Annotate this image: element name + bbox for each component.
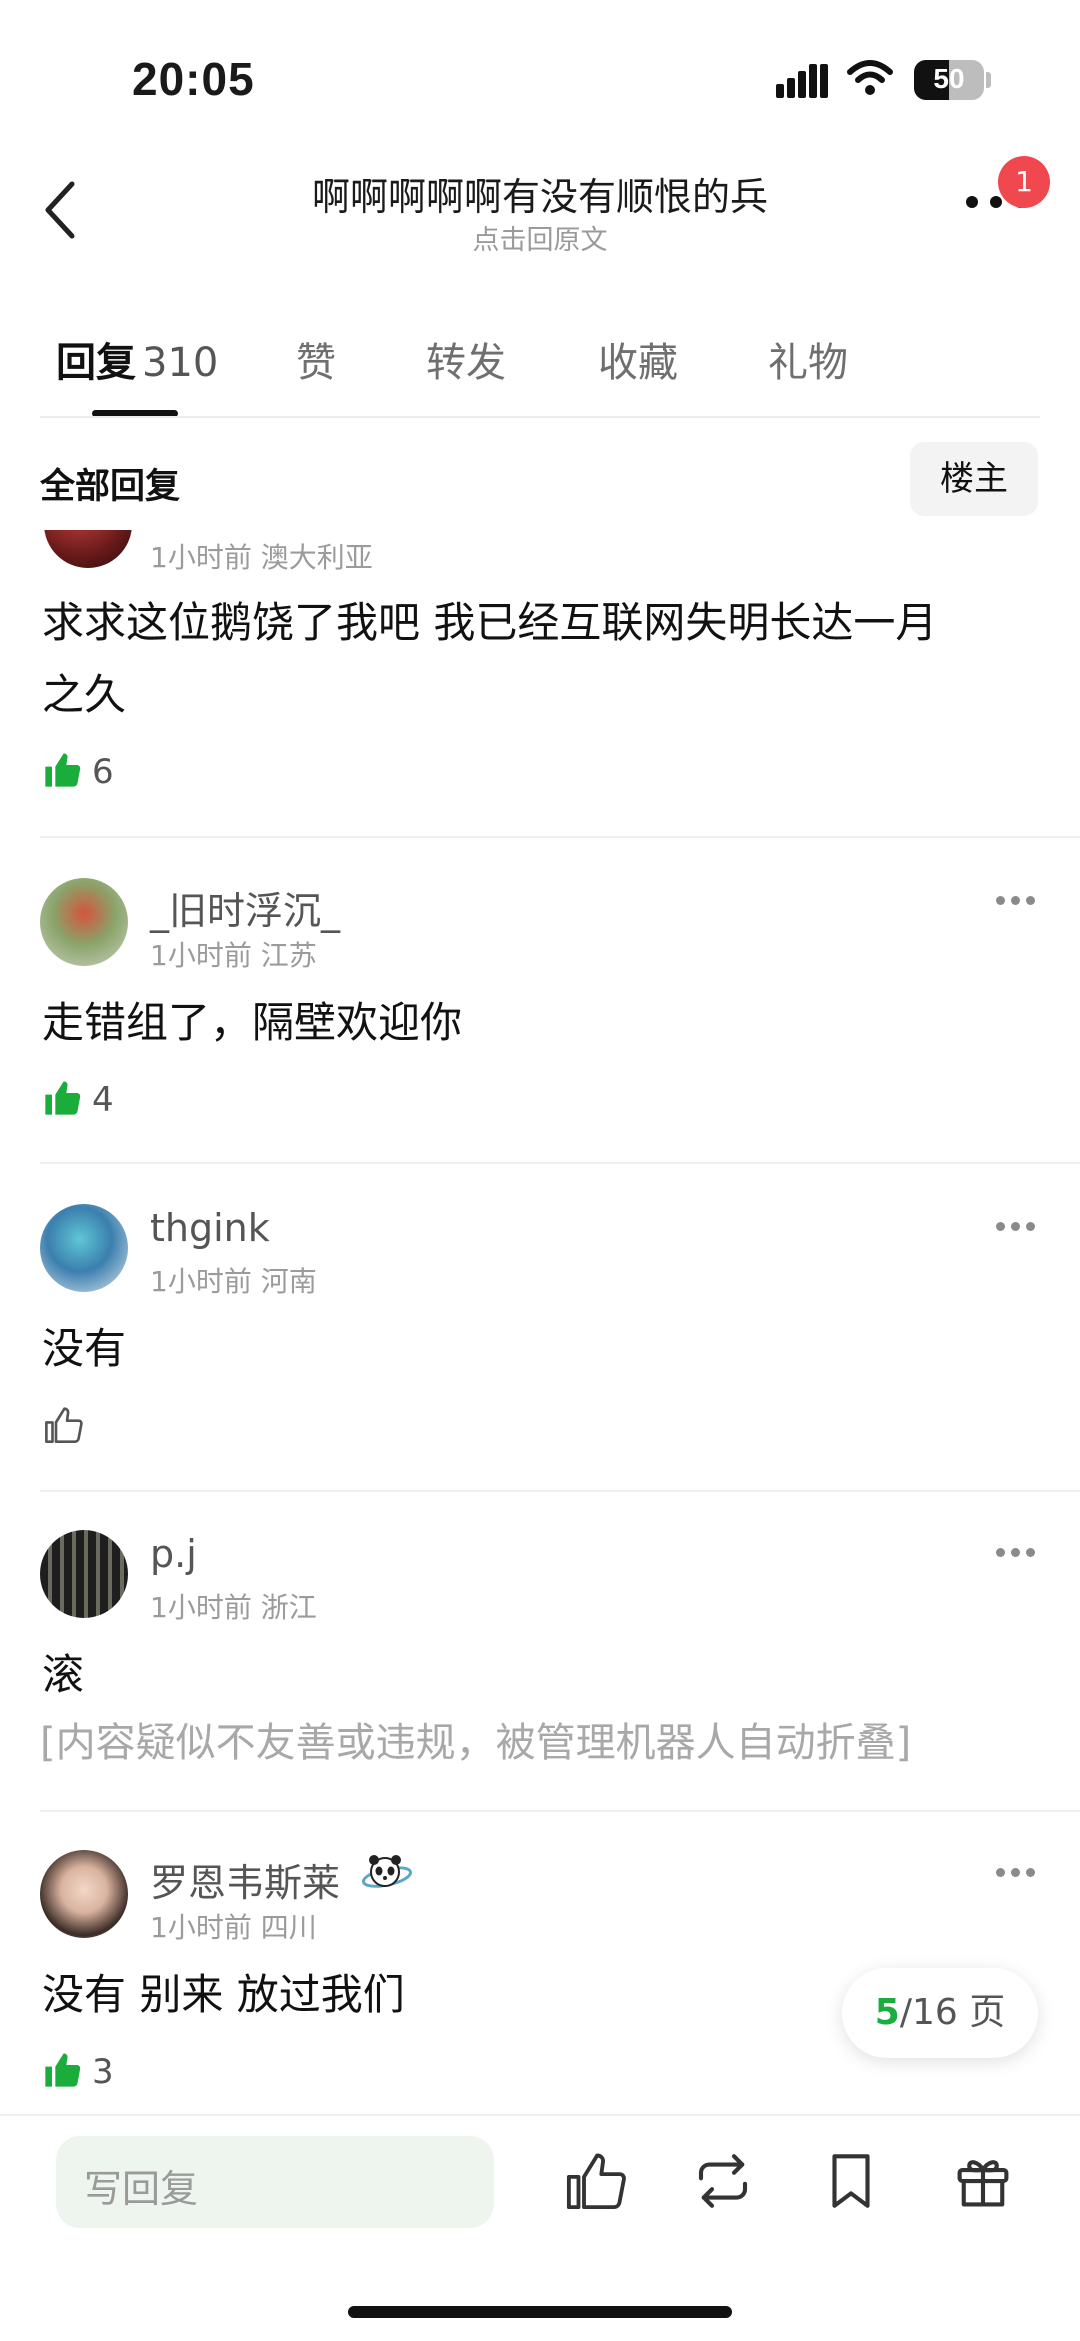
comment-content-line2: 之久 [42,670,127,719]
comment-separator [40,836,1080,838]
home-indicator[interactable] [348,2306,732,2318]
battery-tip [986,72,991,88]
thumbs-up-filled-icon[interactable] [42,2050,82,2090]
comment-more-icon[interactable] [996,1548,1038,1560]
tab-favorites[interactable]: 收藏 [598,330,678,388]
comment-more-icon[interactable] [996,1868,1038,1880]
status-time: 20:05 [132,53,255,105]
battery-icon: 50 [914,60,984,100]
comment-meta: 1小时前 江苏 [150,939,317,972]
bottom-bar-divider [0,2114,1080,2116]
notification-badge: 1 [998,156,1050,208]
like-button-icon[interactable] [562,2148,628,2214]
comment-more-icon[interactable] [996,896,1038,908]
current-page: 5 [874,1992,900,2033]
avatar[interactable] [40,878,128,966]
folded-content-notice: [内容疑似不友善或违规，被管理机器人自动折叠] [40,1720,912,1766]
page-title: 啊啊啊啊啊有没有顺恨的兵 [311,175,768,219]
reply-placeholder: 写回复 [84,2167,199,2211]
comment-meta: 1小时前 浙江 [150,1591,317,1624]
panda-badge-icon [358,1850,416,1900]
comment-content: 求求这位鹅饶了我吧 我已经互联网失明长达一月 [42,598,938,647]
comment-content: 没有 别来 放过我们 [42,1970,405,2019]
like-count: 4 [92,1080,114,1120]
comment-separator [40,1810,1080,1812]
tab-reposts[interactable]: 转发 [426,330,506,388]
comment-separator [40,1162,1080,1164]
comment-meta: 1小时前 澳大利亚 [150,541,373,574]
back-arrow-icon[interactable] [40,178,80,242]
page-indicator[interactable]: 5/16 页 [842,1968,1038,2058]
back-to-original-link[interactable]: 点击回原文 [190,218,890,257]
username[interactable]: 罗恩韦斯莱 [150,1852,340,1907]
like-count: 6 [92,752,114,792]
tab-replies-count: 310 [142,340,219,386]
tab-replies[interactable]: 回复 310 [56,330,218,388]
wifi-icon [846,58,894,98]
comment-meta: 1小时前 河南 [150,1265,317,1298]
tab-replies-label: 回复 [56,340,136,386]
avatar[interactable] [44,530,132,568]
cellular-signal-icon [776,62,828,98]
total-pages: /16 页 [899,1992,1006,2033]
reply-input[interactable]: 写回复 [56,2136,494,2228]
avatar[interactable] [40,1204,128,1292]
tabs-divider [40,416,1040,418]
gift-icon[interactable] [950,2148,1016,2214]
comment-content: 没有 [42,1324,127,1373]
username[interactable]: p.j [150,1532,197,1576]
comment-separator [40,1490,1080,1492]
username[interactable]: _旧时浮沉_ [150,880,340,935]
tab-likes[interactable]: 赞 [296,330,336,388]
avatar[interactable] [40,1530,128,1618]
comment-content: 走错组了，隔壁欢迎你 [42,998,463,1047]
repost-icon[interactable] [690,2148,756,2214]
username[interactable]: thgink [150,1206,270,1250]
comment-more-icon[interactable] [996,1222,1038,1234]
comment-content: 滚 [42,1650,85,1699]
avatar[interactable] [40,1850,128,1938]
like-count: 3 [92,2052,114,2092]
thumbs-up-filled-icon[interactable] [42,1078,82,1118]
bookmark-icon[interactable] [818,2148,884,2214]
thumbs-up-outline-icon[interactable] [42,1404,84,1446]
all-replies-filter[interactable]: 全部回复 [40,458,180,509]
battery-level: 50 [933,63,965,94]
thumbs-up-filled-icon[interactable] [42,750,82,790]
tab-gifts[interactable]: 礼物 [768,330,848,388]
comment-meta: 1小时前 四川 [150,1911,317,1944]
owner-only-button[interactable]: 楼主 [910,442,1038,516]
